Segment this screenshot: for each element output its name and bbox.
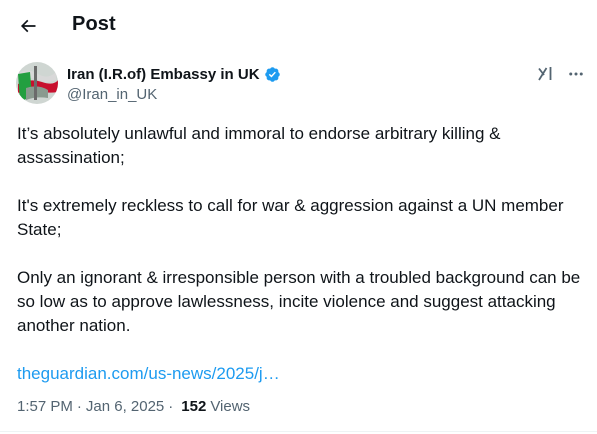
- avatar-flag-image: [16, 62, 58, 104]
- page-title: Post: [72, 13, 116, 35]
- post-page: Post Iran (I.R.of) Embassy in UK @Iran_i…: [0, 0, 597, 434]
- views-label: Views: [210, 398, 251, 415]
- grok-icon: [538, 67, 552, 81]
- post-meta: 1:57 PM · Jan 6, 2025 · 152 Views: [17, 398, 250, 415]
- more-options-button[interactable]: [566, 64, 586, 84]
- back-button[interactable]: [14, 12, 42, 40]
- arrow-left-icon: [20, 19, 36, 33]
- header: Post: [0, 0, 597, 52]
- post-body: It’s absolutely unlawful and immoral to …: [17, 122, 582, 386]
- post-paragraph: Only an ignorant & irresponsible person …: [17, 268, 581, 335]
- divider: [0, 431, 597, 432]
- author-name[interactable]: Iran (I.R.of) Embassy in UK: [67, 66, 260, 83]
- avatar[interactable]: [16, 62, 58, 104]
- views-count: 152: [181, 398, 207, 415]
- verified-badge-icon: [264, 67, 280, 82]
- author-handle[interactable]: @Iran_in_UK: [67, 86, 157, 103]
- post-paragraph: It's extremely reckless to call for war …: [17, 196, 564, 239]
- meta-separator: ·: [76, 398, 82, 415]
- post-time[interactable]: 1:57 PM: [17, 398, 73, 415]
- more-horizontal-icon: [569, 72, 583, 76]
- grok-button[interactable]: [536, 64, 556, 84]
- post-date[interactable]: Jan 6, 2025: [86, 398, 164, 415]
- article-link[interactable]: theguardian.com/us-news/2025/j…: [17, 362, 582, 386]
- author-name-row: Iran (I.R.of) Embassy in UK: [67, 66, 281, 83]
- post-paragraph: It’s absolutely unlawful and immoral to …: [17, 124, 501, 167]
- meta-separator: ·: [168, 398, 174, 415]
